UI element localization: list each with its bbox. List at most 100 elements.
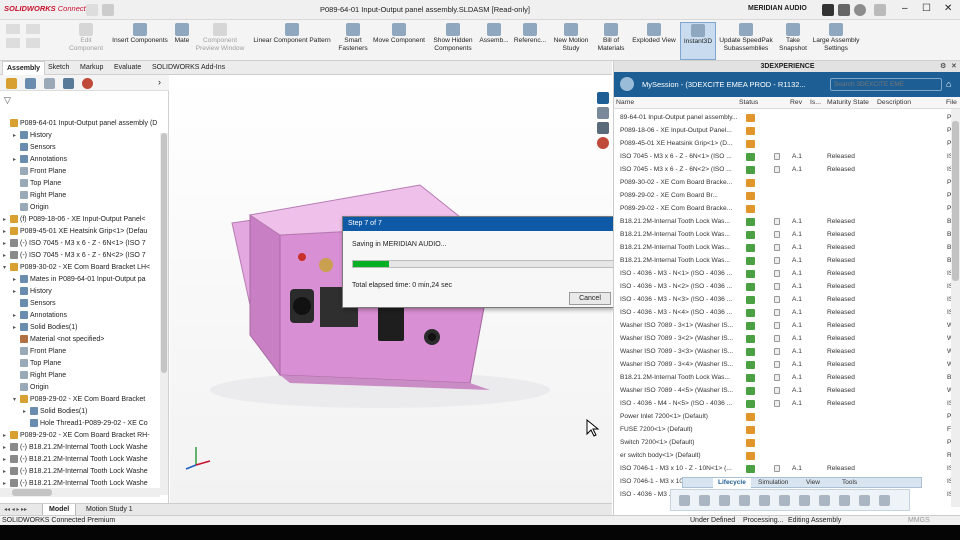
tree-item[interactable]: ▸ Annotations bbox=[0, 154, 160, 166]
filter-icon[interactable]: ▽ bbox=[4, 95, 11, 106]
structure-icon[interactable] bbox=[859, 495, 870, 506]
design-library-icon[interactable] bbox=[597, 107, 609, 119]
column-name[interactable]: Name bbox=[616, 97, 634, 109]
tree-item[interactable]: ▸ (-) ISO 7045 - M3 x 6 - Z - 6N<2> (ISO … bbox=[0, 250, 160, 262]
table-row[interactable]: Washer ISO 7089 - 4<5> (Washer IS... A.1 R… bbox=[614, 384, 954, 397]
account-name[interactable]: MERIDIAN AUDIO bbox=[748, 5, 807, 12]
table-row[interactable]: P089-29-02 - XE Com Board Bracke... P bbox=[614, 202, 954, 215]
feature-manager-icon[interactable] bbox=[6, 78, 17, 89]
ribbon-button-10[interactable]: New Motion Study bbox=[548, 22, 594, 60]
configuration-manager-icon[interactable] bbox=[44, 78, 55, 89]
tree-item[interactable]: Front Plane bbox=[0, 166, 160, 178]
tree-item[interactable]: ▸ (f) P089-18-06 - XE Input-Output Panel< bbox=[0, 214, 160, 226]
select-icon[interactable] bbox=[6, 38, 20, 48]
table-row[interactable]: B18.21.2M-Internal Tooth Lock Was... A.1 R… bbox=[614, 241, 954, 254]
tab-sketch[interactable]: Sketch bbox=[44, 61, 73, 75]
expand-toggle-icon[interactable]: ▸ bbox=[13, 286, 20, 298]
panel-scrollbar-thumb[interactable] bbox=[952, 121, 959, 281]
ribbon-button-1[interactable]: Insert Components bbox=[108, 22, 172, 60]
expand-toggle-icon[interactable]: ▸ bbox=[13, 310, 20, 322]
table-row[interactable]: Power Inlet 7200<1> (Default) P bbox=[614, 410, 954, 423]
tab-evaluate[interactable]: Evaluate bbox=[110, 61, 145, 75]
panel-close-icon[interactable]: ✕ bbox=[951, 62, 957, 70]
compare-icon[interactable] bbox=[839, 495, 850, 506]
ribbon-button-5[interactable]: Smart Fasteners bbox=[338, 22, 368, 60]
ribbon-button-12[interactable]: Exploded View bbox=[628, 22, 680, 60]
cancel-button[interactable]: Cancel bbox=[569, 292, 611, 305]
column-file[interactable]: File bbox=[946, 97, 957, 109]
expand-toggle-icon[interactable]: ▾ bbox=[3, 262, 10, 274]
table-row[interactable]: ISO 7045 - M3 x 6 - Z - 6N<1> (ISO ... A.… bbox=[614, 150, 954, 163]
tree-item[interactable]: ▸ Solid Bodies(1) bbox=[0, 322, 160, 334]
user-avatar-icon[interactable] bbox=[854, 4, 866, 16]
ribbon-button-3[interactable]: Component Preview Window bbox=[192, 22, 248, 60]
action-tab-tools[interactable]: Tools bbox=[837, 478, 862, 488]
expand-toggle-icon[interactable]: ▸ bbox=[13, 130, 20, 142]
options-icon[interactable] bbox=[26, 38, 40, 48]
expand-toggle-icon[interactable]: ▸ bbox=[3, 214, 10, 226]
home-icon[interactable] bbox=[86, 4, 98, 16]
tree-item[interactable]: ▸ (-) ISO 7045 - M3 x 6 - Z - 6N<1> (ISO … bbox=[0, 238, 160, 250]
table-row[interactable]: B18.21.2M-Internal Tooth Lock Was... A.1 R… bbox=[614, 254, 954, 267]
table-row[interactable]: B18.21.2M-Internal Tooth Lock Was... A.1 R… bbox=[614, 228, 954, 241]
close-icon[interactable]: ✕ bbox=[944, 3, 952, 14]
table-row[interactable]: FUSE 7200<1> (Default) F bbox=[614, 423, 954, 436]
column-maturity[interactable]: Maturity State bbox=[827, 97, 869, 109]
new-file-icon[interactable] bbox=[102, 4, 114, 16]
chevron-right-icon[interactable]: › bbox=[158, 77, 161, 87]
tree-item[interactable]: Hole Thread1-P089-29-02 - XE Co bbox=[0, 418, 160, 430]
tree-item[interactable]: Front Plane bbox=[0, 346, 160, 358]
tree-item[interactable]: ▸ Solid Bodies(1) bbox=[0, 406, 160, 418]
expand-toggle-icon[interactable]: ▸ bbox=[3, 250, 10, 262]
tab-markup[interactable]: Markup bbox=[76, 61, 107, 75]
maturity-icon[interactable] bbox=[799, 495, 810, 506]
lock-icon[interactable] bbox=[699, 495, 710, 506]
table-row[interactable]: ISO 7046-1 - M3 x 10 - Z - 10N<1> (... A.… bbox=[614, 462, 954, 475]
tree-item[interactable]: ▾ P089-30-02 - XE Com Board Bracket LH< bbox=[0, 262, 160, 274]
tree-item[interactable]: Sensors bbox=[0, 298, 160, 310]
3dexperience-tab-icon[interactable] bbox=[597, 92, 609, 104]
refresh-icon[interactable] bbox=[739, 495, 750, 506]
tree-item[interactable]: ▸ Annotations bbox=[0, 310, 160, 322]
table-row[interactable]: B18.21.2M-Internal Tooth Lock Was... A.1 R… bbox=[614, 215, 954, 228]
tree-item[interactable]: ▾ P089-29-02 - XE Com Board Bracket bbox=[0, 394, 160, 406]
tree-item[interactable]: Origin bbox=[0, 382, 160, 394]
table-row[interactable]: P089-45-01 XE Heatsink Grip<1> (D... P bbox=[614, 137, 954, 150]
table-row[interactable]: Washer ISO 7089 - 3<4> (Washer IS... A.1 R… bbox=[614, 358, 954, 371]
ribbon-button-7[interactable]: Show Hidden Components bbox=[430, 22, 476, 60]
share-icon[interactable] bbox=[759, 495, 770, 506]
ribbon-button-11[interactable]: Bill of Materials bbox=[594, 22, 628, 60]
table-row[interactable]: P089-29-02 - XE Com Board Br... P bbox=[614, 189, 954, 202]
search-input[interactable] bbox=[830, 78, 942, 91]
column-is[interactable]: Is... bbox=[810, 97, 821, 109]
ribbon-button-4[interactable]: Linear Component Pattern bbox=[248, 22, 336, 60]
tree-item[interactable]: ▸ History bbox=[0, 130, 160, 142]
command-icon[interactable] bbox=[822, 4, 834, 16]
ribbon-button-0[interactable]: Edit Component bbox=[64, 22, 108, 60]
ribbon-button-2[interactable]: Mate bbox=[172, 22, 192, 60]
tree-item[interactable]: ▸ (-) B18.21.2M-Internal Tooth Lock Washe bbox=[0, 454, 160, 466]
help-icon[interactable] bbox=[874, 4, 886, 16]
expand-toggle-icon[interactable]: ▸ bbox=[13, 274, 20, 286]
ribbon-button-13[interactable]: Instant3D bbox=[680, 22, 716, 60]
table-row[interactable]: 89-64-01 Input-Output panel assembly... P bbox=[614, 111, 954, 124]
tree-item[interactable]: Origin bbox=[0, 202, 160, 214]
display-manager-icon[interactable] bbox=[82, 78, 93, 89]
tree-item[interactable]: ▸ P089-29-02 - XE Com Board Bracket RH- bbox=[0, 430, 160, 442]
view-palette-icon[interactable] bbox=[597, 122, 609, 134]
tag-icon[interactable]: ⌂ bbox=[946, 79, 951, 89]
tree-item[interactable]: ▸ P089-45-01 XE Heatsink Grip<1> (Defau bbox=[0, 226, 160, 238]
ribbon-button-9[interactable]: Referenc... bbox=[512, 22, 548, 60]
action-tab-simulation[interactable]: Simulation bbox=[753, 478, 793, 488]
tab-assembly[interactable]: Assembly bbox=[2, 61, 46, 75]
column-status[interactable]: Status bbox=[739, 97, 758, 109]
expand-toggle-icon[interactable]: ▸ bbox=[23, 406, 30, 418]
column-description[interactable]: Description bbox=[877, 97, 911, 109]
expand-toggle-icon[interactable]: ▸ bbox=[3, 430, 10, 442]
ribbon-button-6[interactable]: Move Component bbox=[368, 22, 430, 60]
table-row[interactable]: er switch body<1> (Default) R bbox=[614, 449, 954, 462]
table-row[interactable]: ISO - 4036 - M4 - N<5> (ISO - 4036 ... A.… bbox=[614, 397, 954, 410]
search-icon[interactable] bbox=[838, 4, 850, 16]
table-row[interactable]: P089-30-02 - XE Com Board Bracke... P bbox=[614, 176, 954, 189]
table-row[interactable]: ISO - 4036 - M3 - N<3> (ISO - 4036 ... A.… bbox=[614, 293, 954, 306]
